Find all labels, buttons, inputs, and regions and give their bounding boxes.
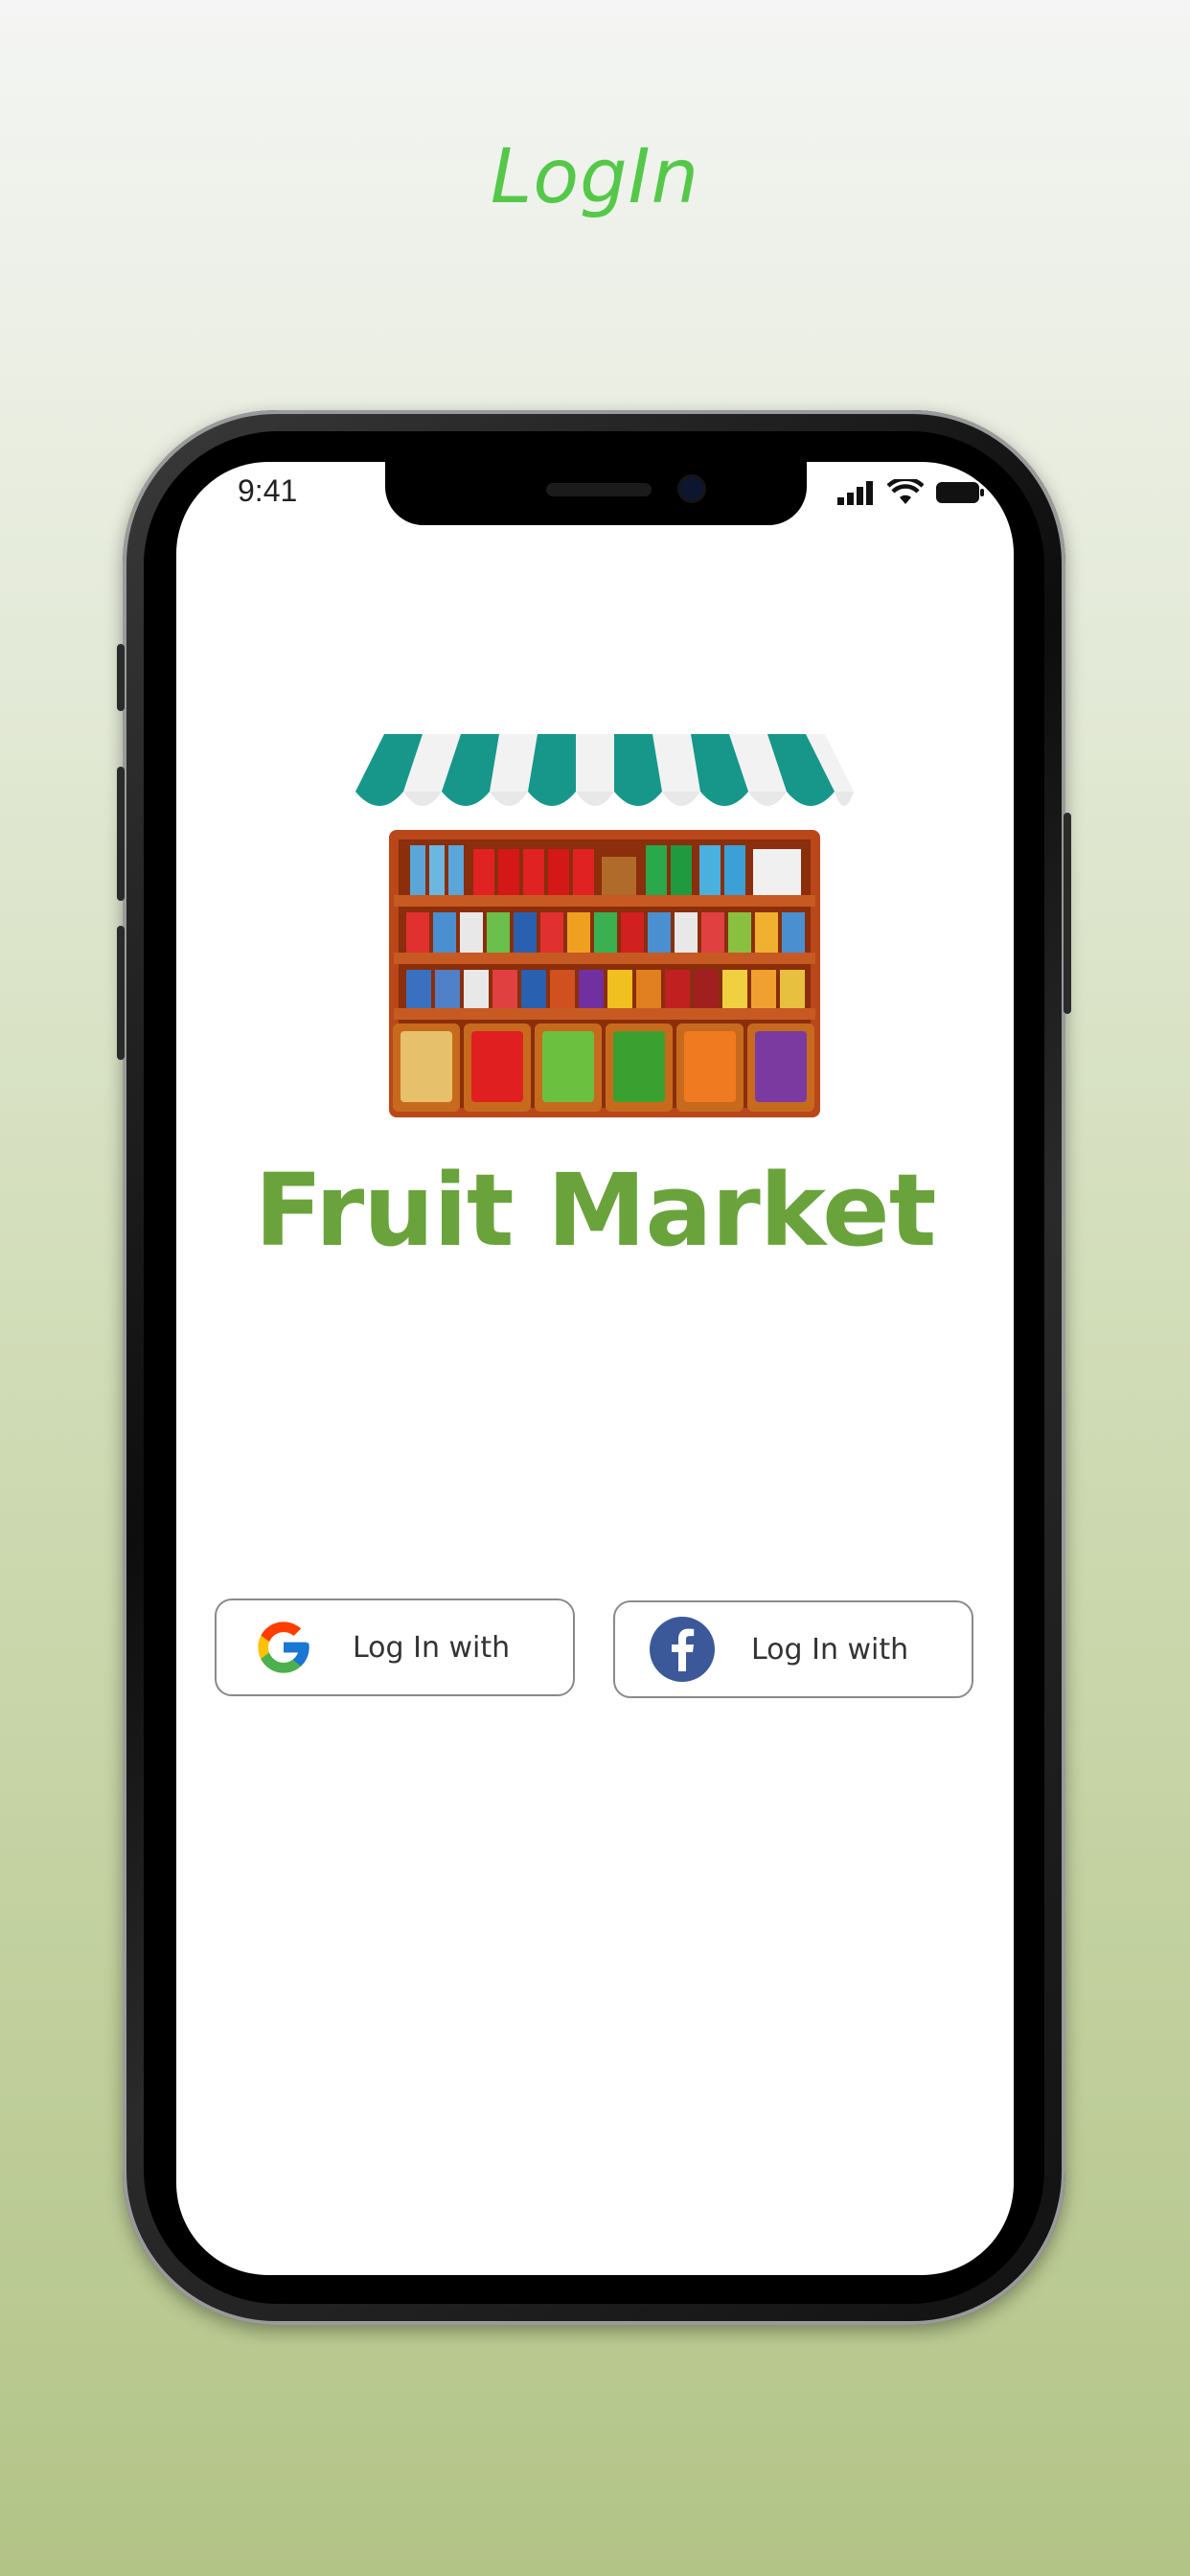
volume-up-button — [117, 767, 125, 901]
mute-switch — [117, 644, 125, 711]
volume-down-button — [117, 926, 125, 1060]
market-stall-illustration — [355, 734, 854, 1117]
speaker — [546, 483, 652, 496]
app-title: Fruit Market — [254, 1152, 937, 1269]
phone-screen: 9:41 Fruit Market Log In with Log In wit… — [176, 462, 1014, 2275]
google-login-button[interactable]: Log In with — [215, 1598, 575, 1696]
power-button — [1064, 813, 1071, 1014]
signal-icon — [837, 481, 873, 505]
battery-icon — [936, 482, 984, 503]
facebook-login-button[interactable]: Log In with — [613, 1600, 973, 1698]
notch — [385, 462, 807, 525]
status-icons — [837, 479, 985, 506]
google-login-label: Log In with — [353, 1630, 511, 1665]
google-icon — [249, 1613, 318, 1682]
page-heading: LogIn — [490, 134, 700, 220]
status-time: 9:41 — [238, 473, 298, 508]
facebook-icon — [648, 1615, 717, 1684]
wifi-icon — [887, 479, 924, 504]
camera — [680, 477, 703, 500]
facebook-login-label: Log In with — [751, 1632, 909, 1667]
